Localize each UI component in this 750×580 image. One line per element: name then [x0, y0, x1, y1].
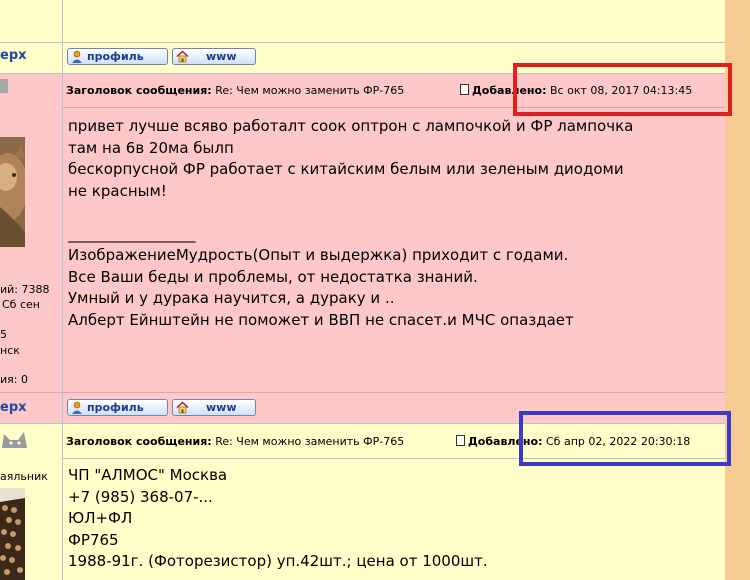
signature-line: Умный и у дурака научится, а дураку и .. [68, 289, 395, 307]
post-1-subject: Заголовок сообщения: Re: Чем можно замен… [66, 84, 404, 97]
signature-line: Все Ваши беды и проблемы, от недостатка … [68, 267, 478, 286]
profile-button[interactable]: профиль [67, 48, 168, 65]
author-1-joined: Сб сен [2, 298, 40, 311]
post-1-line: там на 6в 20ма былп [68, 138, 234, 157]
highlight-box-blue [519, 411, 731, 466]
post-2-subject: Заголовок сообщения: Re: Чем можно замен… [66, 435, 404, 448]
signature-line: Алберт Ейнштейн не поможет и ВВП не спас… [68, 310, 574, 329]
post-1-subject-text: Re: Чем можно заменить ФР-765 [215, 84, 405, 97]
author-2-rank: аяльник [0, 470, 48, 483]
post-1-line: не красным! [68, 181, 167, 200]
author-1-gray-icon [0, 79, 8, 93]
post-2-subject-text: Re: Чем можно заменить ФР-765 [215, 435, 405, 448]
profile-button-label: профиль [87, 401, 144, 414]
signature-line: ИзображениеМудрость(Опыт и выдержка) при… [68, 246, 569, 264]
home-icon [175, 401, 189, 414]
author-2-avatar [0, 488, 25, 580]
author-1-line3: 5 [0, 328, 7, 341]
post-1-line: бескорпусной ФР работает с китайским бел… [68, 160, 624, 178]
highlight-box-red [513, 63, 732, 116]
post-2-line: ЮЛ+ФЛ [68, 509, 133, 527]
post-2-line: ЧП "АЛМОС" Москва [68, 466, 228, 484]
user-icon [70, 50, 84, 63]
post-2-line: +7 (985) 368-07-... [68, 487, 213, 506]
www-button-label: www [206, 401, 237, 414]
profile-button-label: профиль [87, 50, 144, 63]
back-to-top-link[interactable]: ерх [0, 48, 27, 63]
post-2-subject-label: Заголовок сообщения: [66, 435, 212, 448]
cat-icon [0, 428, 30, 450]
post-2-line: ФР765 [68, 530, 119, 549]
author-1-warnings: ия: 0 [0, 373, 28, 386]
author-1-location: нск [0, 344, 20, 357]
home-icon [175, 50, 189, 63]
post-1-body: привет лучше всяво работалт соок оптрон … [68, 116, 633, 331]
www-button[interactable]: www [172, 399, 256, 416]
post-link-icon[interactable] [460, 84, 469, 95]
prev-post-tail [0, 0, 725, 42]
post-2-line: 1988-91г. (Фоторезистор) уп.42шт.; цена … [68, 552, 488, 570]
post-1-subject-label: Заголовок сообщения: [66, 84, 212, 97]
post-2-body: ЧП "АЛМОС" Москва +7 (985) 368-07-... ЮЛ… [68, 465, 488, 573]
author-1-avatar [0, 137, 25, 247]
post-1-line [68, 202, 633, 224]
post-1-line: привет лучше всяво работалт соок оптрон … [68, 117, 634, 135]
user-icon [70, 401, 84, 414]
profile-button[interactable]: профиль [67, 399, 168, 416]
www-button[interactable]: www [172, 48, 256, 65]
www-button-label: www [206, 50, 237, 63]
signature-divider: _________________ [68, 224, 196, 243]
back-to-top-link[interactable]: ерх [0, 400, 27, 415]
author-1-posts: ий: 7388 [0, 283, 50, 296]
post-link-icon[interactable] [456, 435, 465, 446]
